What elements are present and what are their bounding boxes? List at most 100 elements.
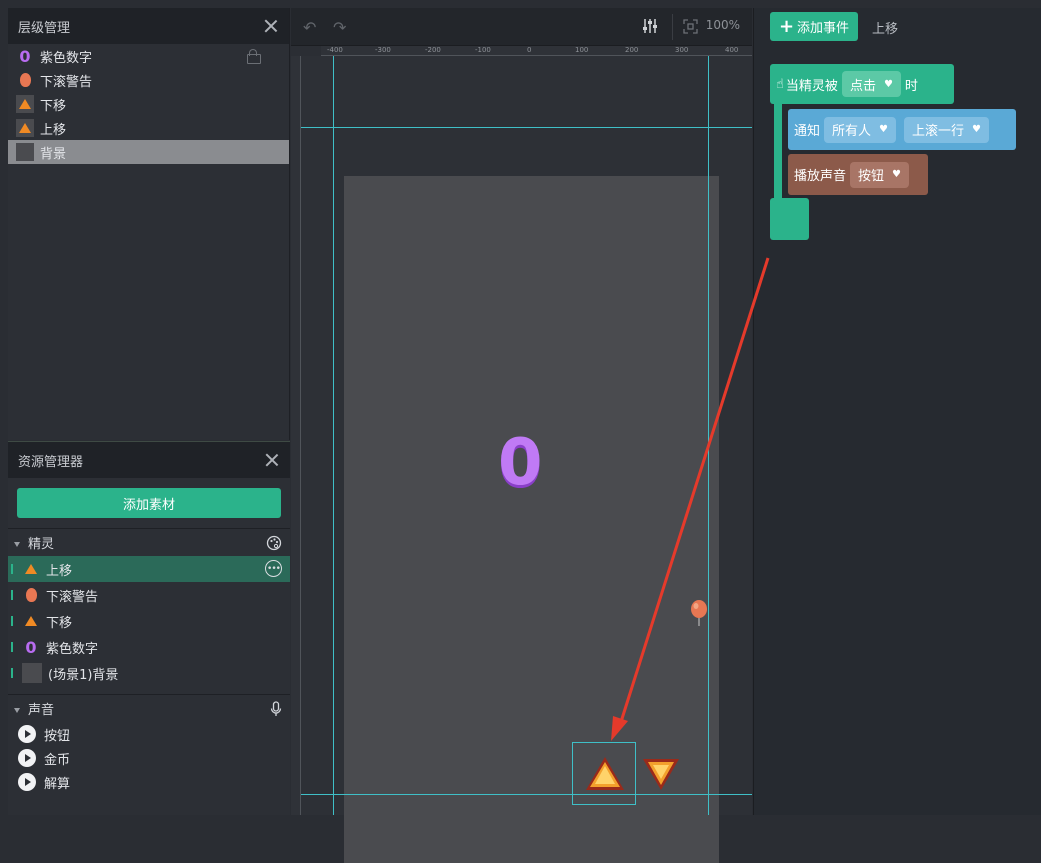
sound-item-settle[interactable]: 解算 bbox=[8, 770, 290, 794]
close-icon[interactable] bbox=[264, 452, 280, 468]
event-block-spine bbox=[774, 104, 782, 208]
sprite-item-label: (场景1)背景 bbox=[48, 667, 119, 683]
sprites-section-title: 精灵 bbox=[28, 537, 55, 552]
layers-panel: 层级管理 0 紫色数字 下滚警告 下移 上移 背景 bbox=[8, 8, 290, 440]
ruler-label: 400 bbox=[725, 46, 739, 54]
guide-line-top bbox=[301, 127, 752, 128]
layers-panel-header: 层级管理 bbox=[8, 8, 289, 44]
play-sound-label: 播放声音 bbox=[794, 169, 847, 184]
sound-item-button[interactable]: 按钮 bbox=[8, 722, 290, 746]
layer-item-background[interactable]: 背景 bbox=[8, 140, 289, 164]
purple-number-sprite[interactable]: 0 bbox=[498, 426, 543, 500]
sound-value: 按钮 bbox=[858, 169, 885, 184]
sprite-item-move-down[interactable]: 下移 bbox=[8, 608, 290, 634]
sounds-section-header[interactable]: 声音 bbox=[8, 694, 290, 722]
play-sound-block[interactable]: 播放声音 按钮 ♥ bbox=[788, 154, 928, 195]
layer-item-move-up[interactable]: 上移 bbox=[8, 116, 289, 140]
more-options-icon[interactable]: ••• bbox=[265, 560, 282, 577]
layer-item-purple-number[interactable]: 0 紫色数字 bbox=[8, 44, 289, 68]
event-trigger-value: 点击 bbox=[849, 78, 876, 94]
chevron-down-icon: ♥ bbox=[972, 124, 981, 135]
sprites-section-header[interactable]: 精灵 bbox=[8, 528, 290, 556]
event-trigger-dropdown[interactable]: 点击 ♥ bbox=[841, 71, 901, 97]
event-block-prefix: 当精灵被 bbox=[785, 78, 838, 94]
chevron-down-icon: ♥ bbox=[883, 78, 893, 90]
add-asset-button[interactable]: 添加素材 bbox=[17, 488, 281, 518]
horizontal-ruler: -400 -300 -200 -100 0 100 200 300 400 bbox=[321, 46, 752, 56]
undo-icon[interactable]: ↶ bbox=[303, 18, 316, 37]
purple-zero-icon: 0 bbox=[19, 46, 31, 66]
layer-item-move-down[interactable]: 下移 bbox=[8, 92, 289, 116]
layer-item-label: 下滚警告 bbox=[40, 74, 93, 90]
ruler-label: -300 bbox=[375, 46, 391, 54]
guide-line-bottom bbox=[301, 794, 752, 795]
layer-item-label: 背景 bbox=[40, 146, 67, 162]
block-editor: + 添加事件 上移 ☝ 当精灵被 点击 ♥ 时 通知 所有人 ♥ 上滚一行 ♥ 播放声… bbox=[753, 8, 1041, 815]
sprite-item-move-up[interactable]: 上移 ••• bbox=[8, 556, 290, 582]
ruler-label: 0 bbox=[527, 46, 532, 54]
move-up-sprite[interactable] bbox=[583, 754, 627, 794]
layers-panel-title: 层级管理 bbox=[18, 20, 71, 36]
sprite-item-background[interactable]: (场景1)背景 bbox=[8, 660, 290, 686]
ruler-label: -200 bbox=[425, 46, 441, 54]
sound-item-label: 按钮 bbox=[44, 728, 71, 744]
background-thumb bbox=[16, 143, 34, 161]
current-sprite-name: 上移 bbox=[872, 22, 899, 37]
assets-panel-header: 资源管理器 bbox=[8, 442, 290, 478]
lock-icon[interactable] bbox=[247, 49, 261, 64]
sound-item-label: 金币 bbox=[44, 752, 71, 768]
guide-line-left bbox=[333, 56, 334, 815]
assets-panel-title: 资源管理器 bbox=[18, 454, 84, 470]
sprite-item-purple-number[interactable]: 0 紫色数字 bbox=[8, 634, 290, 660]
sprite-item-label: 下滚警告 bbox=[46, 589, 99, 605]
event-block-suffix: 时 bbox=[904, 78, 918, 94]
palette-icon[interactable] bbox=[266, 535, 282, 551]
add-event-label: 添加事件 bbox=[797, 21, 850, 36]
ruler-label: -400 bbox=[327, 46, 343, 54]
sprite-item-label: 上移 bbox=[46, 563, 73, 579]
sprite-item-label: 紫色数字 bbox=[46, 641, 99, 657]
add-event-button[interactable]: + 添加事件 bbox=[770, 12, 858, 41]
close-icon[interactable] bbox=[263, 18, 279, 34]
ruler-label: 300 bbox=[675, 46, 689, 54]
notify-message-value: 上滚一行 bbox=[912, 124, 965, 139]
balloon-sprite[interactable] bbox=[689, 598, 711, 628]
event-block-end bbox=[770, 198, 809, 240]
layer-item-label: 紫色数字 bbox=[40, 50, 93, 66]
sounds-section-title: 声音 bbox=[28, 703, 55, 718]
microphone-icon[interactable] bbox=[270, 700, 282, 717]
notify-message-dropdown[interactable]: 上滚一行 ♥ bbox=[904, 116, 989, 143]
play-icon[interactable] bbox=[18, 749, 36, 767]
fit-screen-icon[interactable] bbox=[683, 19, 698, 34]
sound-dropdown[interactable]: 按钮 ♥ bbox=[850, 161, 909, 188]
zoom-level[interactable]: 100% bbox=[706, 18, 740, 32]
ruler-label: -100 bbox=[475, 46, 491, 54]
stage-toolbar: ↶ ↷ 100% bbox=[291, 8, 752, 46]
guide-line-right bbox=[708, 56, 709, 815]
sprite-item-scroll-warning[interactable]: 下滚警告 bbox=[8, 582, 290, 608]
sound-item-label: 解算 bbox=[44, 776, 71, 792]
triangle-icon bbox=[22, 560, 40, 578]
notify-target-value: 所有人 bbox=[832, 124, 872, 139]
background-thumb bbox=[22, 663, 42, 683]
balloon-icon bbox=[22, 586, 40, 604]
vertical-ruler bbox=[291, 56, 301, 815]
settings-sliders-icon[interactable] bbox=[641, 17, 659, 35]
move-down-sprite[interactable] bbox=[641, 756, 681, 792]
chevron-down-icon bbox=[14, 542, 20, 547]
triangle-icon bbox=[16, 119, 34, 137]
chevron-down-icon bbox=[14, 708, 20, 713]
toolbar-divider bbox=[672, 14, 673, 40]
purple-zero-icon: 0 bbox=[25, 637, 37, 657]
event-block[interactable]: ☝ 当精灵被 点击 ♥ 时 bbox=[770, 64, 954, 104]
notify-block[interactable]: 通知 所有人 ♥ 上滚一行 ♥ bbox=[788, 109, 1016, 150]
play-icon[interactable] bbox=[18, 725, 36, 743]
sound-item-coin[interactable]: 金币 bbox=[8, 746, 290, 770]
play-icon[interactable] bbox=[18, 773, 36, 791]
redo-icon[interactable]: ↷ bbox=[333, 18, 346, 37]
chevron-down-icon: ♥ bbox=[879, 124, 888, 135]
sprite-item-label: 下移 bbox=[46, 615, 73, 631]
layer-item-scroll-warning[interactable]: 下滚警告 bbox=[8, 68, 289, 92]
notify-target-dropdown[interactable]: 所有人 ♥ bbox=[824, 116, 896, 143]
ruler-label: 200 bbox=[625, 46, 639, 54]
